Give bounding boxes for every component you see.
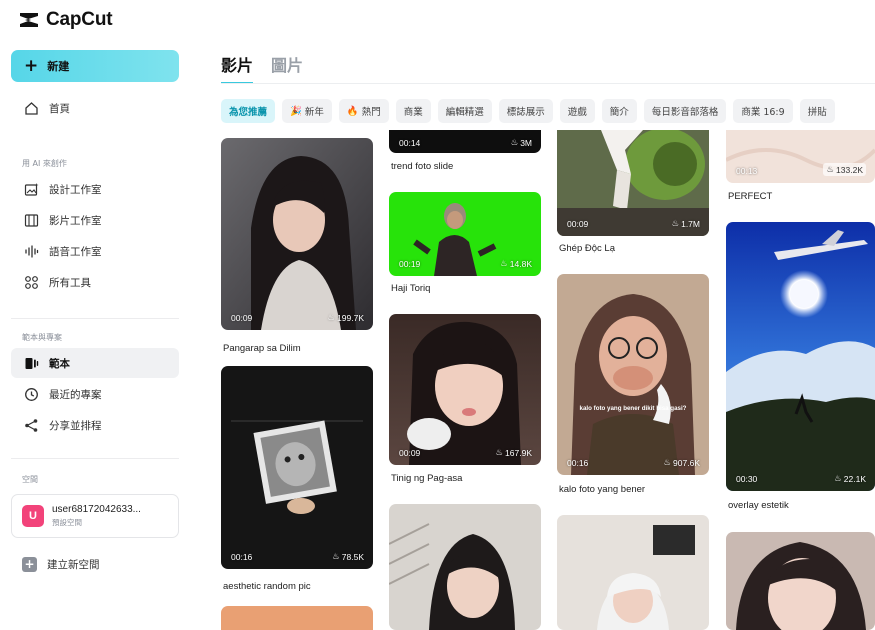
plus-icon: + <box>24 55 39 76</box>
fire-icon: ♨ <box>495 447 504 457</box>
template-caption: Pangarap sa Dilim <box>223 343 301 354</box>
views-count: ♨ 3M <box>510 137 532 148</box>
template-card[interactable]: 00:19 ♨ 14.8K Haji Toriq <box>389 192 541 296</box>
template-caption: aesthetic random pic <box>223 581 311 592</box>
template-card[interactable]: 00:14 ♨ 3M trend foto slide <box>389 130 541 175</box>
template-card[interactable]: 00:09 ♨ 199.7K Pangarap sa Dilim <box>221 138 373 354</box>
template-caption: Haji Toriq <box>391 283 431 294</box>
tabs-divider <box>221 83 875 84</box>
party-icon: 🎉 <box>290 105 302 117</box>
views-count: ♨ 1.7M <box>671 218 700 229</box>
template-card[interactable]: 00:13 ♨ 133.2K PERFECT <box>726 130 875 206</box>
capcut-logo[interactable]: CapCut <box>18 8 113 32</box>
app-name: CapCut <box>46 9 113 30</box>
template-card[interactable]: kalo foto yang bener dikit bisa gasi? 00… <box>557 274 709 496</box>
template-thumbnail: 00:09 ♨ 199.7K <box>221 138 373 330</box>
template-thumbnail <box>389 504 541 630</box>
chip-new-year[interactable]: 🎉 新年 <box>282 99 332 123</box>
views-count: ♨ 22.1K <box>834 473 866 484</box>
chip-collage[interactable]: 拼貼 <box>799 99 835 123</box>
template-card[interactable]: 00:09 ♨ 1.7M Ghép Độc Lạ <box>557 130 709 260</box>
template-thumbnail: kalo foto yang bener dikit bisa gasi? 00… <box>557 274 709 475</box>
template-card[interactable] <box>726 532 875 630</box>
chip-hot[interactable]: 🔥 熱門 <box>338 99 389 123</box>
template-thumbnail: 00:19 ♨ 14.8K <box>389 192 541 276</box>
capcut-logo-icon <box>20 13 38 27</box>
chip-editors-picks[interactable]: 編輯精選 <box>437 99 492 123</box>
new-button[interactable]: + 新建 <box>11 50 179 82</box>
template-caption: Tinig ng Pag-asa <box>391 473 463 484</box>
home-icon <box>23 100 39 116</box>
template-thumbnail <box>221 606 373 630</box>
template-caption: kalo foto yang bener <box>559 484 646 495</box>
fire-icon: ♨ <box>671 218 680 228</box>
template-caption: PERFECT <box>728 191 773 202</box>
template-grid: 00:09 ♨ 199.7K Pangarap sa Dilim 00:16 ♨ 7… <box>0 130 875 630</box>
template-caption: trend foto slide <box>391 161 454 172</box>
media-tabs: 影片 圖片 <box>221 52 303 84</box>
views-count: ♨ 199.7K <box>327 312 364 323</box>
template-card[interactable]: 00:09 ♨ 167.9K Tinig ng Pag-asa <box>389 314 541 486</box>
chip-for-you[interactable]: 為您推薦 <box>221 99 276 123</box>
views-count: ♨ 14.8K <box>500 258 532 269</box>
template-card[interactable] <box>389 504 541 630</box>
chip-logo-reveal[interactable]: 標誌展示 <box>498 99 553 123</box>
views-count: ♨ 167.9K <box>495 447 532 458</box>
fire-icon: ♨ <box>327 312 336 322</box>
chip-gaming[interactable]: 遊戲 <box>559 99 595 123</box>
template-thumbnail: 00:14 ♨ 3M <box>389 130 541 153</box>
thumbnail-overlay-text: kalo foto yang bener dikit bisa gasi? <box>580 405 687 412</box>
template-card[interactable]: 00:16 ♨ 78.5K aesthetic random pic <box>221 366 373 592</box>
sidebar-item-home[interactable]: 首頁 <box>11 93 179 123</box>
template-card[interactable] <box>557 515 709 630</box>
views-count: ♨ 133.2K <box>823 163 866 176</box>
template-card[interactable] <box>221 606 373 630</box>
template-caption: Ghép Độc Lạ <box>559 243 615 254</box>
chip-daily-vlog[interactable]: 每日影音部落格 <box>643 99 727 123</box>
chip-intro[interactable]: 簡介 <box>601 99 637 123</box>
fire-icon: 🔥 <box>346 105 359 117</box>
views-count: ♨ 907.6K <box>663 457 700 468</box>
template-thumbnail: 00:30 ♨ 22.1K <box>726 222 875 491</box>
chip-business[interactable]: 商業 <box>395 99 431 123</box>
template-thumbnail: 00:16 ♨ 78.5K <box>221 366 373 569</box>
fire-icon: ♨ <box>510 137 519 147</box>
template-caption: overlay estetik <box>728 500 789 511</box>
fire-icon: ♨ <box>332 551 340 561</box>
template-thumbnail: 00:13 ♨ 133.2K <box>726 130 875 183</box>
template-card[interactable]: 00:30 ♨ 22.1K overlay estetik <box>726 222 875 512</box>
template-thumbnail: 00:09 ♨ 167.9K <box>389 314 541 465</box>
fire-icon: ♨ <box>834 473 842 483</box>
template-thumbnail: 00:09 ♨ 1.7M <box>557 130 709 236</box>
category-chips: 為您推薦 🎉 新年 🔥 熱門 商業 編輯精選 標誌展示 遊戲 簡介 每日影音部落格 … <box>221 99 835 123</box>
fire-icon: ♨ <box>500 258 508 268</box>
template-thumbnail <box>557 515 709 630</box>
tab-videos[interactable]: 影片 <box>221 52 254 84</box>
views-count: ♨ 78.5K <box>332 551 364 562</box>
template-thumbnail <box>726 532 875 630</box>
fire-icon: ♨ <box>826 164 835 174</box>
fire-icon: ♨ <box>663 457 672 467</box>
tab-images[interactable]: 圖片 <box>271 52 303 84</box>
chip-business-16-9[interactable]: 商業 16:9 <box>733 99 793 123</box>
